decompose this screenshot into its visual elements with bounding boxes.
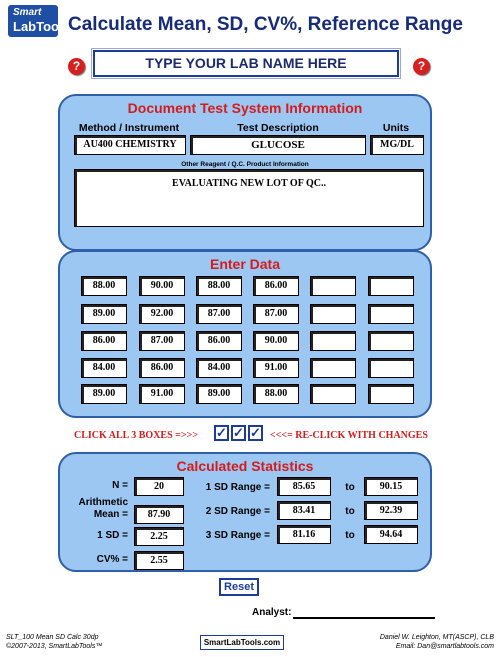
sd-value: 2.25 bbox=[134, 527, 184, 546]
click-boxes-instruction: CLICK ALL 3 BOXES =>>> bbox=[74, 430, 198, 441]
data-cell[interactable]: 84.00 bbox=[81, 358, 127, 378]
logo-line-2: LabTools bbox=[13, 19, 70, 34]
footer-copyright: ©2007-2013, SmartLabTools™ bbox=[6, 643, 103, 650]
data-cell[interactable] bbox=[310, 304, 356, 324]
system-info-panel: Document Test System Information Method … bbox=[58, 94, 432, 251]
n-label: N = bbox=[112, 480, 128, 491]
range3-low-value: 81.16 bbox=[277, 525, 331, 544]
calc-checkbox-1[interactable]: ✓ bbox=[214, 425, 229, 441]
smartlabtools-logo: Smart LabTools bbox=[8, 5, 70, 37]
data-cell[interactable]: 89.00 bbox=[81, 384, 127, 404]
data-cell[interactable]: 89.00 bbox=[196, 384, 242, 404]
footer-author: Daniel W. Leighton, MT(ASCP), CLB bbox=[379, 634, 494, 641]
calc-checkbox-3[interactable]: ✓ bbox=[248, 425, 263, 441]
lab-name-field[interactable]: TYPE YOUR LAB NAME HERE bbox=[91, 48, 401, 79]
reagent-field[interactable]: EVALUATING NEW LOT OF QC.. bbox=[74, 169, 424, 227]
analyst-label: Analyst: bbox=[252, 607, 292, 618]
logo-line-1: Smart bbox=[13, 7, 42, 18]
enter-data-panel: Enter Data 88.00 90.00 88.00 86.00 89.00… bbox=[58, 250, 432, 418]
sd-label: 1 SD = bbox=[97, 530, 128, 541]
data-cell[interactable]: 86.00 bbox=[253, 276, 299, 296]
range2-to-label: to bbox=[345, 506, 355, 517]
n-value: 20 bbox=[134, 477, 184, 496]
data-cell[interactable]: 90.00 bbox=[139, 276, 185, 296]
units-field[interactable]: MG/DL bbox=[370, 135, 424, 155]
data-cell[interactable]: 86.00 bbox=[139, 358, 185, 378]
footer-version: SLT_100 Mean SD Calc 30dp bbox=[6, 634, 99, 641]
page-title: Calculate Mean, SD, CV%, Reference Range bbox=[68, 14, 463, 35]
mean-label-line-1: Arithmetic bbox=[78, 497, 128, 508]
analyst-signature-line[interactable] bbox=[293, 617, 435, 619]
reclick-instruction: <<<= RE-CLICK WITH CHANGES bbox=[270, 430, 428, 441]
cv-label: CV% = bbox=[96, 554, 128, 565]
data-cell[interactable]: 87.00 bbox=[139, 331, 185, 351]
data-cell[interactable] bbox=[368, 358, 414, 378]
range1-low-value: 85.65 bbox=[277, 477, 331, 496]
data-cell[interactable]: 87.00 bbox=[253, 304, 299, 324]
data-cell[interactable]: 86.00 bbox=[81, 331, 127, 351]
range1-to-label: to bbox=[345, 482, 355, 493]
help-icon-left[interactable]: ? bbox=[68, 58, 85, 75]
range1-label: 1 SD Range = bbox=[205, 482, 270, 493]
enter-data-title: Enter Data bbox=[209, 256, 281, 272]
mean-label-line-2: Mean = bbox=[93, 509, 128, 520]
calc-checkbox-2[interactable]: ✓ bbox=[231, 425, 246, 441]
data-cell[interactable] bbox=[368, 276, 414, 296]
data-cell[interactable]: 84.00 bbox=[196, 358, 242, 378]
data-cell[interactable] bbox=[310, 384, 356, 404]
website-link[interactable]: SmartLabTools.com bbox=[200, 635, 284, 650]
data-cell[interactable]: 88.00 bbox=[253, 384, 299, 404]
data-cell[interactable]: 89.00 bbox=[81, 304, 127, 324]
range2-label: 2 SD Range = bbox=[205, 506, 270, 517]
footer-email[interactable]: Email: Dan@smartlabtools.com bbox=[396, 642, 494, 651]
range2-high-value: 92.39 bbox=[364, 501, 418, 520]
data-cell[interactable]: 91.00 bbox=[253, 358, 299, 378]
test-description-field[interactable]: GLUCOSE bbox=[190, 135, 366, 155]
data-cell[interactable] bbox=[310, 276, 356, 296]
units-label: Units bbox=[382, 122, 410, 134]
range3-to-label: to bbox=[345, 530, 355, 541]
range3-label: 3 SD Range = bbox=[205, 530, 270, 541]
data-cell[interactable] bbox=[310, 331, 356, 351]
range2-low-value: 83.41 bbox=[277, 501, 331, 520]
data-cell[interactable]: 87.00 bbox=[196, 304, 242, 324]
data-cell[interactable]: 86.00 bbox=[196, 331, 242, 351]
data-cell[interactable]: 91.00 bbox=[139, 384, 185, 404]
reset-button[interactable]: Reset bbox=[219, 578, 259, 596]
data-cell[interactable]: 90.00 bbox=[253, 331, 299, 351]
statistics-title: Calculated Statistics bbox=[176, 458, 314, 474]
data-cell[interactable] bbox=[368, 331, 414, 351]
system-info-title: Document Test System Information bbox=[127, 100, 363, 116]
data-cell[interactable]: 88.00 bbox=[196, 276, 242, 296]
method-field[interactable]: AU400 CHEMISTRY bbox=[74, 135, 186, 155]
mean-value: 87.90 bbox=[134, 505, 184, 524]
range1-high-value: 90.15 bbox=[364, 477, 418, 496]
reagent-label: Other Reagent / Q.C. Product Information bbox=[181, 161, 309, 168]
cv-value: 2.55 bbox=[134, 551, 184, 570]
range3-high-value: 94.64 bbox=[364, 525, 418, 544]
statistics-panel: Calculated Statistics N = 20 Arithmetic … bbox=[58, 452, 432, 572]
test-label: Test Description bbox=[237, 122, 319, 134]
data-cell[interactable]: 88.00 bbox=[81, 276, 127, 296]
method-label: Method / Instrument bbox=[78, 122, 180, 134]
data-cell[interactable] bbox=[310, 358, 356, 378]
help-icon-right[interactable]: ? bbox=[413, 58, 430, 75]
data-cell[interactable]: 92.00 bbox=[139, 304, 185, 324]
data-cell[interactable] bbox=[368, 384, 414, 404]
data-cell[interactable] bbox=[368, 304, 414, 324]
